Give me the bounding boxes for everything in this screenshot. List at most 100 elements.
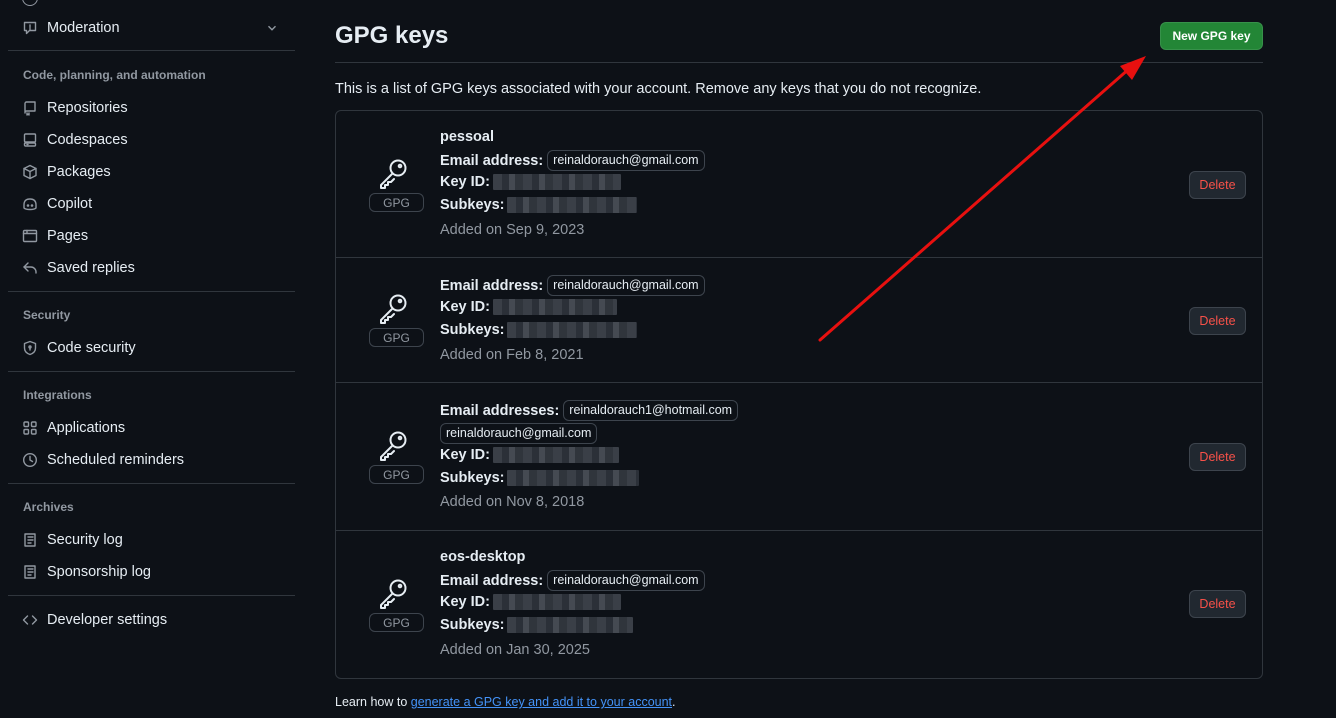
email-label: Email address: bbox=[440, 572, 544, 589]
key-id-label: Key ID: bbox=[440, 299, 490, 315]
key-id-label: Key ID: bbox=[440, 447, 490, 463]
sidebar-item-pages[interactable]: Pages bbox=[16, 222, 295, 250]
codespaces-icon bbox=[22, 132, 38, 148]
new-gpg-key-button[interactable]: New GPG key bbox=[1160, 22, 1263, 50]
email-label: Email addresses: bbox=[440, 402, 560, 419]
key-id-line: Key ID: bbox=[440, 447, 619, 463]
key-id-label: Key ID: bbox=[440, 174, 490, 190]
sidebar-item-scheduled-reminders[interactable]: Scheduled reminders bbox=[16, 446, 295, 474]
delete-button[interactable]: Delete bbox=[1189, 171, 1246, 199]
sidebar-item-repositories[interactable]: Repositories bbox=[16, 94, 295, 122]
email-line: Email addresses: reinaldorauch1@hotmail.… bbox=[440, 400, 739, 421]
delete-button[interactable]: Delete bbox=[1189, 307, 1246, 335]
sidebar-item-code-security[interactable]: Code security bbox=[16, 334, 295, 362]
sidebar-item-label: Code security bbox=[47, 340, 136, 356]
shield-icon bbox=[22, 340, 38, 356]
sidebar-item-moderation[interactable]: Moderation bbox=[16, 14, 295, 42]
redacted-subkeys bbox=[507, 617, 634, 633]
sidebar-item-label: Scheduled reminders bbox=[47, 452, 185, 468]
gpg-label: GPG bbox=[369, 328, 424, 347]
subkeys-line: Subkeys: bbox=[440, 197, 638, 213]
email-pill: reinaldorauch@gmail.com bbox=[440, 423, 598, 444]
sidebar-item-label: Packages bbox=[47, 164, 111, 180]
sidebar-item-sponsorship-log[interactable]: Sponsorship log bbox=[16, 558, 295, 586]
sidebar-divider bbox=[8, 50, 295, 51]
apps-icon bbox=[22, 420, 38, 436]
footer-prefix: Learn how to bbox=[335, 695, 411, 709]
copilot-icon bbox=[22, 196, 38, 212]
sidebar-item-label: Saved replies bbox=[47, 260, 135, 276]
sidebar-item-label: Codespaces bbox=[47, 132, 128, 148]
sidebar-item-packages[interactable]: Packages bbox=[16, 158, 295, 186]
browser-icon bbox=[22, 228, 38, 244]
code-icon bbox=[22, 612, 38, 628]
redacted-key-id bbox=[492, 174, 621, 190]
redacted-subkeys bbox=[507, 197, 638, 213]
redacted-key-id bbox=[492, 447, 619, 463]
delete-button[interactable]: Delete bbox=[1189, 590, 1246, 618]
email-line-2: reinaldorauch@gmail.com bbox=[436, 423, 598, 444]
subkeys-label: Subkeys: bbox=[440, 197, 505, 213]
sidebar-item-developer-settings[interactable]: Developer settings bbox=[16, 606, 295, 634]
sidebar-item-label: Sponsorship log bbox=[47, 564, 151, 580]
subkeys-line: Subkeys: bbox=[440, 322, 638, 338]
globe-icon bbox=[22, 0, 38, 6]
key-id-line: Key ID: bbox=[440, 174, 621, 190]
gpg-key-row: GPG pessoal Email address: reinaldorauch… bbox=[336, 111, 1262, 258]
clock-icon bbox=[22, 452, 38, 468]
email-pill: reinaldorauch@gmail.com bbox=[547, 275, 705, 296]
sidebar-item-applications[interactable]: Applications bbox=[16, 414, 295, 442]
key-icon bbox=[376, 156, 410, 190]
email-line: Email address: reinaldorauch@gmail.com bbox=[440, 275, 705, 296]
sidebar-item-codespaces[interactable]: Codespaces bbox=[16, 126, 295, 154]
email-pill: reinaldorauch@gmail.com bbox=[547, 570, 705, 591]
sidebar-item-saved-replies[interactable]: Saved replies bbox=[16, 254, 295, 282]
log-icon bbox=[22, 532, 38, 548]
email-pill: reinaldorauch1@hotmail.com bbox=[563, 400, 739, 421]
page-title: GPG keys bbox=[335, 22, 449, 49]
sidebar-heading-code: Code, planning, and automation bbox=[23, 68, 206, 82]
added-date: Added on Jan 30, 2025 bbox=[440, 642, 590, 658]
key-icon bbox=[376, 576, 410, 610]
sidebar-heading-archives: Archives bbox=[23, 500, 74, 514]
sidebar-item-label: Applications bbox=[47, 420, 126, 436]
footer-suffix: . bbox=[672, 695, 676, 709]
key-id-label: Key ID: bbox=[440, 594, 490, 610]
sidebar-item-label: Security log bbox=[47, 532, 123, 548]
gpg-label: GPG bbox=[369, 465, 424, 484]
footer-help: Learn how to generate a GPG key and add … bbox=[335, 695, 676, 709]
delete-button[interactable]: Delete bbox=[1189, 443, 1246, 471]
sidebar-item-security-log[interactable]: Security log bbox=[16, 526, 295, 554]
sidebar-item-label: Pages bbox=[47, 228, 89, 244]
subkeys-label: Subkeys: bbox=[440, 322, 505, 338]
generate-gpg-key-link[interactable]: generate a GPG key and add it to your ac… bbox=[411, 695, 672, 709]
sidebar-heading-security: Security bbox=[23, 308, 71, 322]
sidebar-item-label: Repositories bbox=[47, 100, 128, 116]
gpg-key-row: GPG Email address: reinaldorauch@gmail.c… bbox=[336, 258, 1262, 383]
settings-page: Moderation Code, planning, and automatio… bbox=[0, 0, 1336, 718]
key-icon bbox=[376, 291, 410, 325]
subkeys-label: Subkeys: bbox=[440, 470, 505, 486]
report-icon bbox=[22, 20, 38, 36]
email-pill: reinaldorauch@gmail.com bbox=[547, 150, 705, 171]
redacted-subkeys bbox=[507, 322, 638, 338]
email-label: Email address: bbox=[440, 277, 544, 294]
sidebar-divider bbox=[8, 291, 295, 292]
gpg-key-list: GPG pessoal Email address: reinaldorauch… bbox=[335, 110, 1263, 679]
added-date: Added on Sep 9, 2023 bbox=[440, 222, 585, 238]
package-icon bbox=[22, 164, 38, 180]
subkeys-line: Subkeys: bbox=[440, 470, 640, 486]
subkeys-line: Subkeys: bbox=[440, 617, 634, 633]
sidebar-heading-integrations: Integrations bbox=[23, 388, 92, 402]
gpg-key-row: GPG Email addresses: reinaldorauch1@hotm… bbox=[336, 383, 1262, 531]
sidebar-item-label: Moderation bbox=[47, 20, 120, 36]
sidebar-item-copilot[interactable]: Copilot bbox=[16, 190, 295, 218]
email-label: Email address: bbox=[440, 152, 544, 169]
chevron-down-icon[interactable] bbox=[265, 21, 279, 38]
redacted-subkeys bbox=[507, 470, 640, 486]
email-line: Email address: reinaldorauch@gmail.com bbox=[440, 150, 705, 171]
title-divider bbox=[335, 62, 1263, 63]
redacted-key-id bbox=[492, 594, 621, 610]
key-id-line: Key ID: bbox=[440, 594, 621, 610]
added-date: Added on Feb 8, 2021 bbox=[440, 347, 584, 363]
